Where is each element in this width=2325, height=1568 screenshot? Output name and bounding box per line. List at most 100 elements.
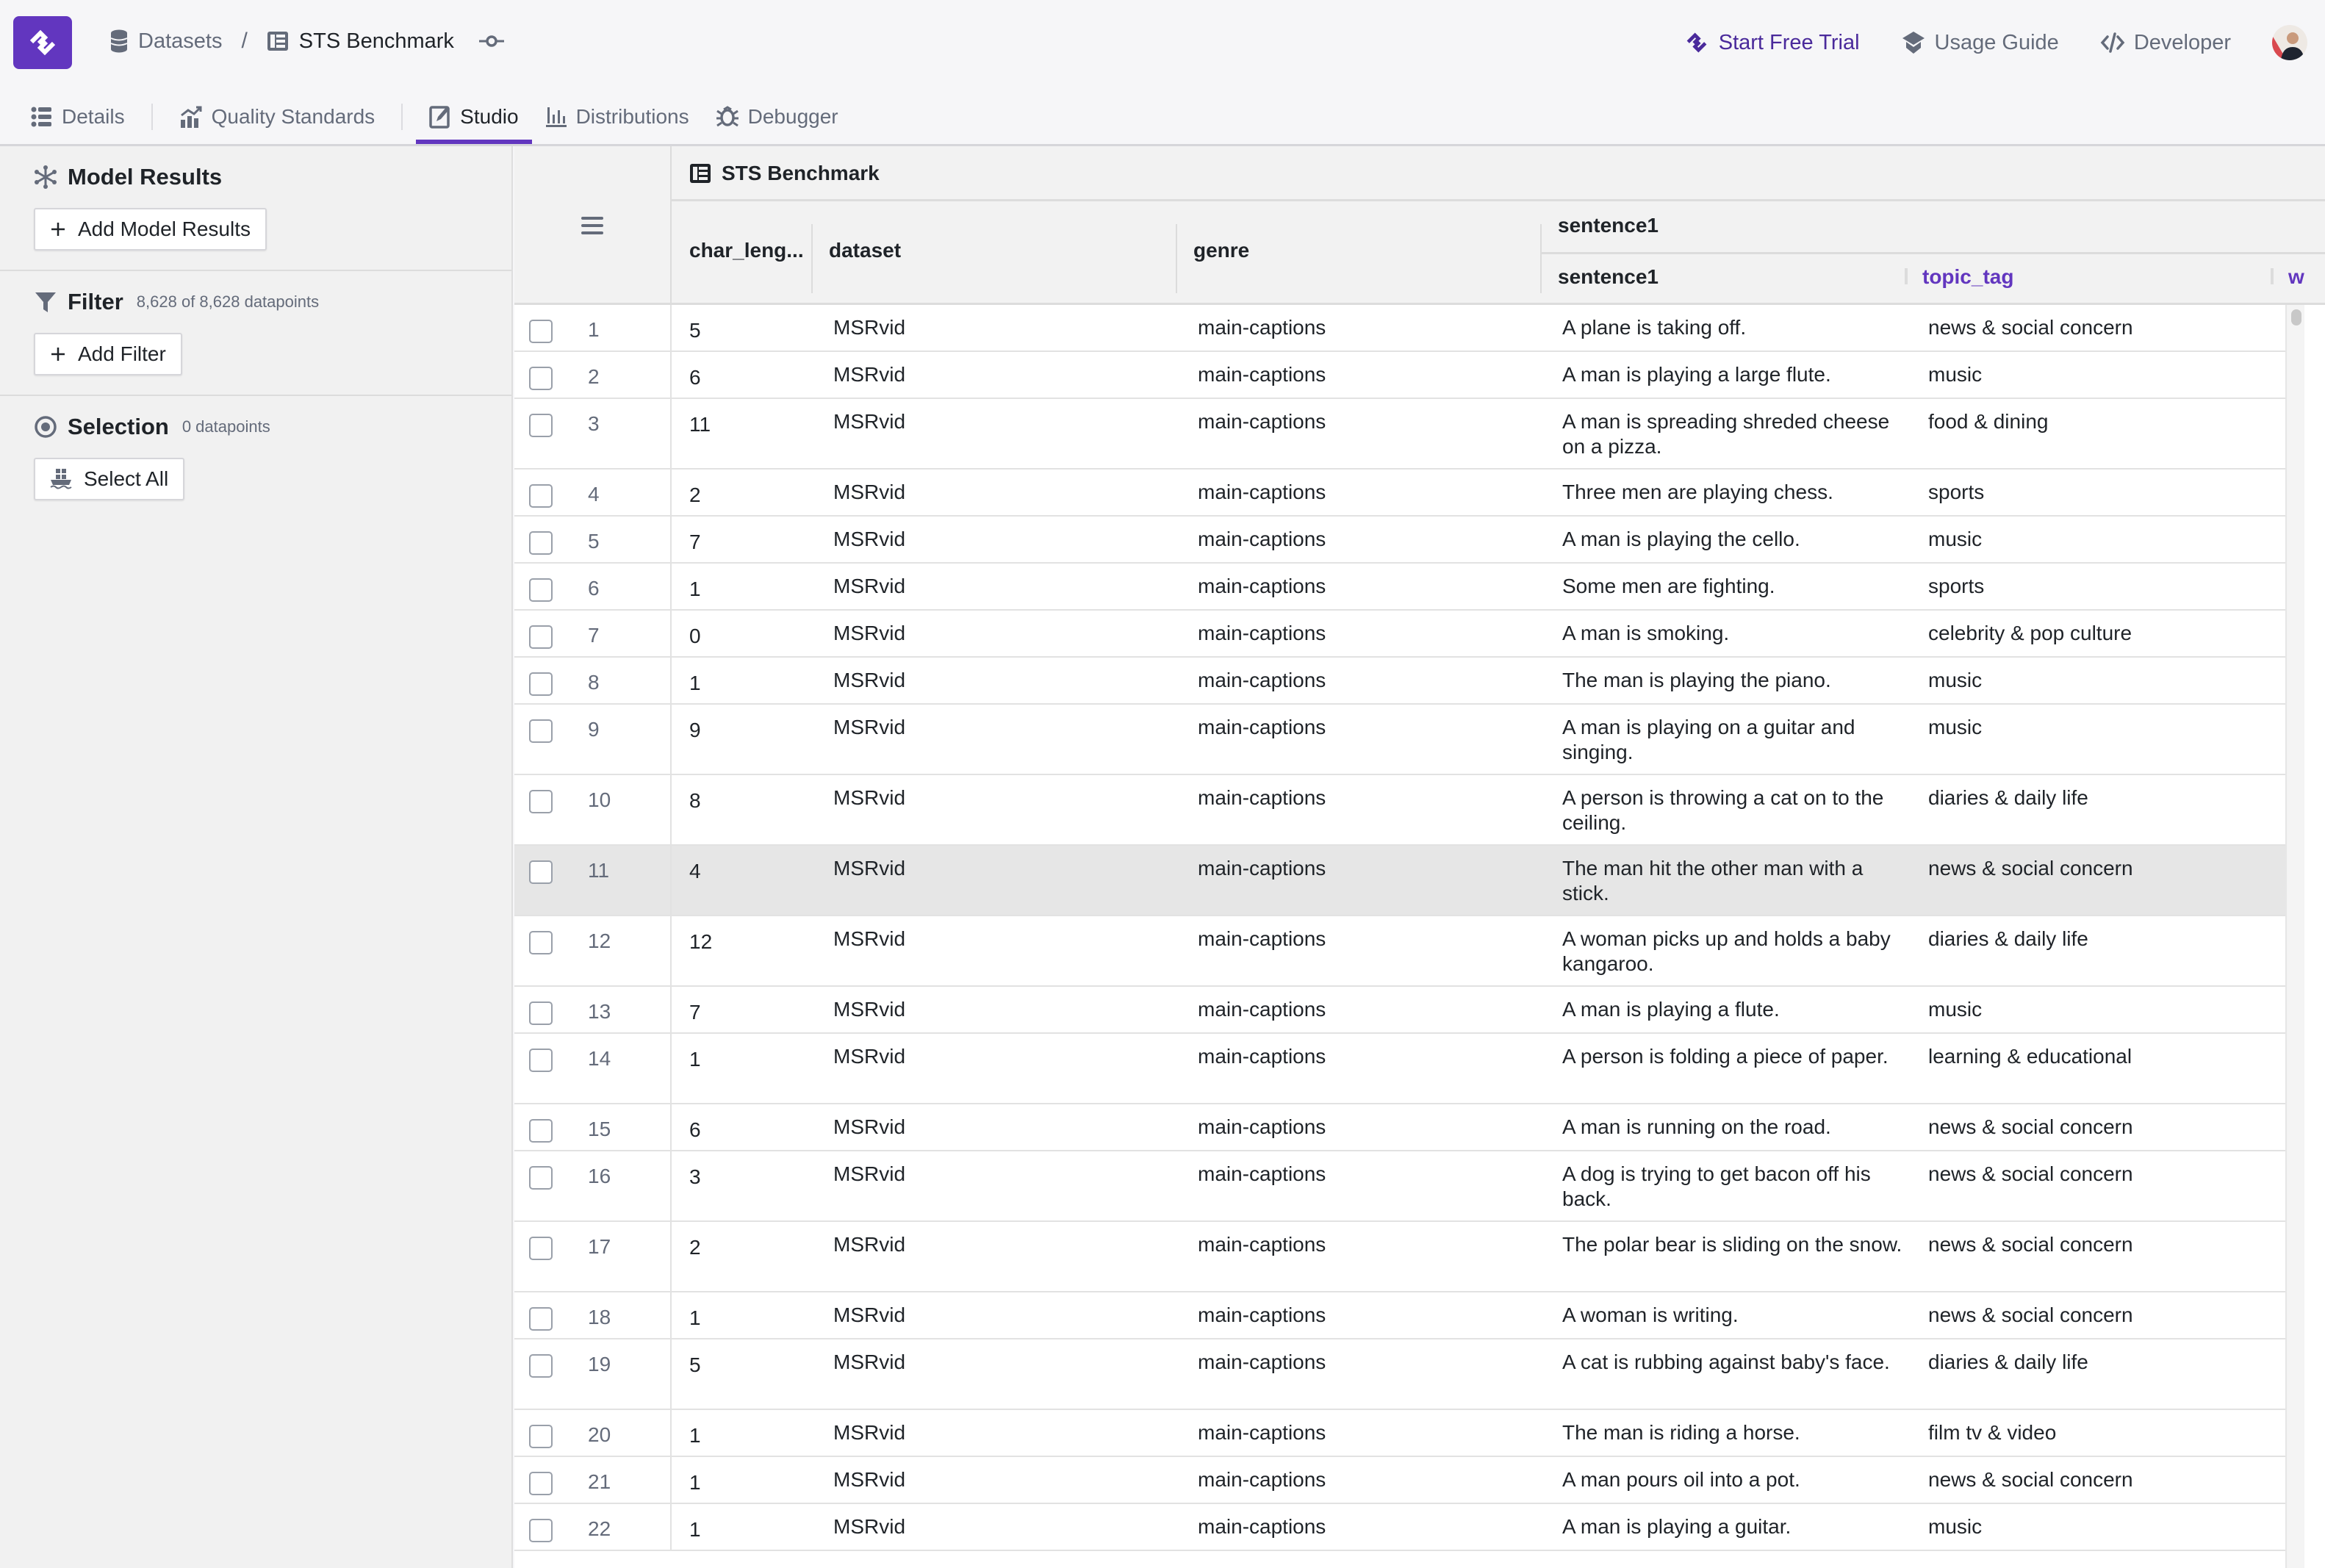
start-free-trial-link[interactable]: Start Free Trial [1683,29,1860,56]
select-all-button[interactable]: Select All [34,458,185,500]
breadcrumb-datasets-label: Datasets [138,29,223,53]
table-row[interactable]: 6 1 MSRvid main-captions Some men are fighti… [514,564,2293,611]
table-row[interactable]: 13 7 MSRvid main-captions A man is playing a… [514,987,2293,1034]
table-row[interactable]: 3 11 MSRvid main-captions A man is spreading… [514,399,2293,470]
row-checkbox[interactable] [529,1519,553,1542]
tab-details[interactable]: Details [0,90,138,144]
cell-dataset: MSRvid [833,857,906,880]
cell-dataset: MSRvid [833,363,906,386]
usage-guide-link[interactable]: Usage Guide [1901,30,2059,55]
tab-debugger[interactable]: Debugger [702,90,852,144]
breadcrumb-datasets[interactable]: Datasets [110,29,222,54]
row-checkbox[interactable] [529,367,553,390]
table-row[interactable]: 4 2 MSRvid main-captions Three men are playi… [514,470,2293,517]
table-row[interactable]: 7 0 MSRvid main-captions A man is smoking. ce… [514,611,2293,658]
row-checkbox[interactable] [529,931,553,954]
table-row[interactable]: 5 7 MSRvid main-captions A man is playing th… [514,517,2293,564]
table-row[interactable]: 9 9 MSRvid main-captions A man is playing on… [514,705,2293,775]
cell-genre: main-captions [1198,1468,1326,1491]
column-header-topic-tag[interactable]: topic_tag [1922,265,2013,289]
add-model-results-button[interactable]: Add Model Results [34,208,267,251]
cell-dataset: MSRvid [833,1303,906,1326]
row-checkbox[interactable] [529,484,553,508]
cell-char-length: 1 [689,1518,701,1541]
tab-divider [401,104,403,130]
tab-quality-standards[interactable]: Quality Standards [166,90,389,144]
index-divider [670,1339,672,1409]
add-filter-button[interactable]: Add Filter [34,333,182,375]
row-checkbox[interactable] [529,531,553,555]
tab-studio[interactable]: Studio [416,90,532,144]
table-row[interactable]: 11 4 MSRvid main-captions The man hit the ot… [514,846,2293,916]
cell-sentence1: The man hit the other man with a stick. [1562,857,1864,905]
vertical-scrollbar[interactable] [2285,305,2304,1568]
table-row[interactable]: 22 1 MSRvid main-captions A man is playing a… [514,1504,2293,1551]
row-checkbox[interactable] [529,719,553,743]
table-row[interactable]: 20 1 MSRvid main-captions The man is riding … [514,1410,2293,1457]
database-icon [110,29,128,53]
table-row[interactable]: 17 2 MSRvid main-captions The polar bear is … [514,1222,2293,1292]
cell-topic-tag: news & social concern [1928,1162,2133,1185]
row-checkbox[interactable] [529,1001,553,1025]
row-checkbox[interactable] [529,790,553,813]
breadcrumb-separator: / [241,29,248,53]
top-actions: Start Free Trial Usage Guide Developer [1683,22,2325,63]
column-resize-handle[interactable] [1176,224,1177,293]
column-resize-handle[interactable] [811,224,813,293]
table-row[interactable]: 18 1 MSRvid main-captions A woman is writing… [514,1292,2293,1339]
row-checkbox[interactable] [529,1472,553,1495]
table-row[interactable]: 14 1 MSRvid main-captions A person is foldin… [514,1034,2293,1104]
column-header-sentence1[interactable]: sentence1 [1558,265,1659,289]
cell-dataset: MSRvid [833,316,906,339]
scrollbar-thumb[interactable] [2291,309,2301,326]
table-row[interactable]: 10 8 MSRvid main-captions A person is throwi… [514,775,2293,846]
column-header-char-length[interactable]: char_leng... [689,239,804,262]
table-edge [2304,305,2325,1568]
column-group-sentence1[interactable]: sentence1 [1558,214,1659,237]
left-panel: Model Results Add Model Results Filter 8… [0,146,513,1568]
row-checkbox[interactable] [529,414,553,437]
column-resize-handle[interactable] [1540,224,1542,293]
cell-dataset: MSRvid [833,1468,906,1491]
developer-link[interactable]: Developer [2100,31,2231,55]
row-checkbox[interactable] [529,860,553,884]
cell-char-length: 6 [689,366,701,389]
column-menu-button[interactable] [514,146,672,305]
table-row[interactable]: 15 6 MSRvid main-captions A man is running o… [514,1104,2293,1151]
breadcrumb-current[interactable]: STS Benchmark [267,29,454,54]
row-checkbox[interactable] [529,1119,553,1143]
table-row[interactable]: 12 12 MSRvid main-captions A woman picks up … [514,916,2293,987]
table-row[interactable]: 8 1 MSRvid main-captions The man is playing … [514,658,2293,705]
row-checkbox[interactable] [529,1354,553,1378]
row-checkbox[interactable] [529,672,553,696]
table-row[interactable]: 19 5 MSRvid main-captions A cat is rubbing a… [514,1339,2293,1410]
commit-icon[interactable] [478,34,504,48]
column-header-next[interactable]: w [2288,265,2304,289]
row-checkbox[interactable] [529,1166,553,1190]
column-header-dataset[interactable]: dataset [829,239,901,262]
table-row[interactable]: 1 5 MSRvid main-captions A plane is taking o… [514,305,2293,352]
cell-genre: main-captions [1198,927,1326,950]
table-row[interactable]: 2 6 MSRvid main-captions A man is playing a … [514,352,2293,399]
row-checkbox[interactable] [529,1049,553,1072]
table-row[interactable]: 21 1 MSRvid main-captions A man pours oil in… [514,1457,2293,1504]
cell-topic-tag: music [1928,363,1983,386]
row-checkbox[interactable] [529,1307,553,1331]
column-resize-handle[interactable] [1905,268,1908,284]
cell-genre: main-captions [1198,998,1326,1021]
column-header-genre[interactable]: genre [1193,239,1249,262]
cell-topic-tag: sports [1928,575,1985,597]
table-row[interactable]: 16 3 MSRvid main-captions A dog is trying to… [514,1151,2293,1222]
row-checkbox[interactable] [529,320,553,343]
user-avatar[interactable] [2272,25,2307,60]
cell-topic-tag: news & social concern [1928,1233,2133,1256]
row-checkbox[interactable] [529,1425,553,1448]
row-checkbox[interactable] [529,625,553,649]
row-checkbox[interactable] [529,578,553,602]
row-checkbox[interactable] [529,1237,553,1260]
model-results-title: Model Results [68,164,223,190]
app-logo[interactable] [13,16,72,69]
tab-distributions[interactable]: Distributions [532,90,702,144]
list-icon [31,107,51,127]
column-resize-handle[interactable] [2271,268,2274,284]
